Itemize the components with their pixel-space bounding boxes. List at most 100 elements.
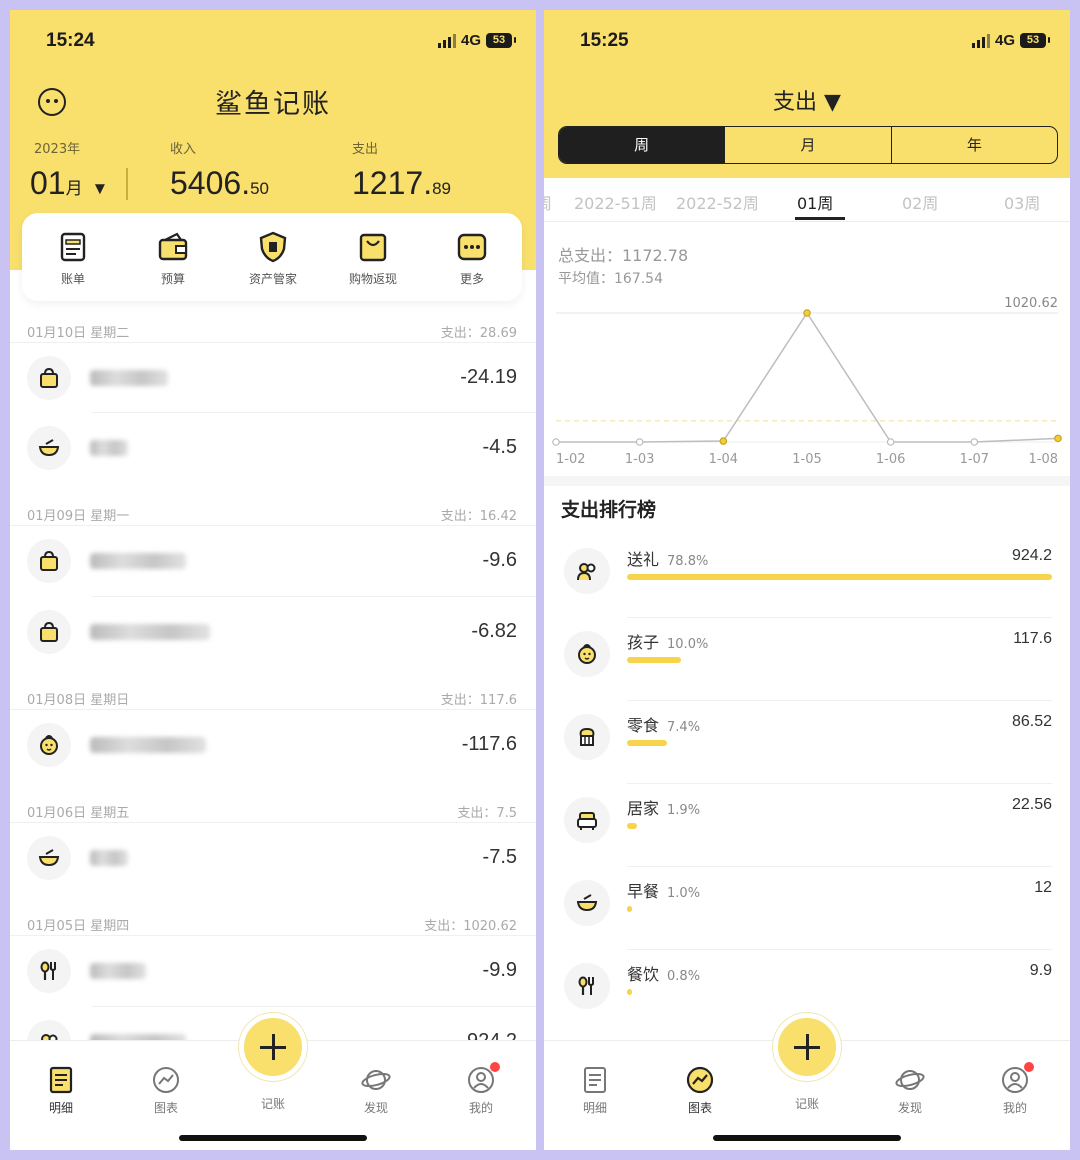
transaction-row[interactable]: -6.82 [10,597,536,667]
food-icon [40,961,56,980]
tab-discover[interactable]: 发现 [880,1065,940,1116]
quick-budget-label: 预算 [160,272,185,286]
data-point[interactable] [886,438,895,446]
planet-icon [361,1070,391,1090]
data-point[interactable] [803,309,811,317]
type-selector[interactable]: 支出 ▼ [544,84,1070,116]
data-point[interactable] [552,438,560,446]
blurred-note [90,553,186,569]
tab-charts[interactable]: 图表 [136,1065,196,1116]
shopping-bag-icon [359,233,387,262]
x-tick-label: 1-03 [625,452,655,465]
transaction-row[interactable]: -117.6 [10,710,536,780]
quick-bill[interactable]: 账单 [33,230,113,287]
blurred-note [90,850,128,866]
list-icon [584,1067,606,1093]
ranking-value: 117.6 [1013,630,1052,647]
ranking-item[interactable]: 早餐 1.0% 12 [544,867,1070,950]
week-tab[interactable]: 03周 [1004,190,1040,214]
segment-month[interactable]: 月 [724,127,890,163]
quick-actions: 账单 预算 资产管家 购物返现 更多 [22,213,522,301]
data-point[interactable] [970,438,979,446]
transaction-row[interactable]: -7.5 [10,823,536,893]
ranking-title: 支出排行榜 [561,499,657,521]
quick-cashback[interactable]: 购物返现 [333,230,413,287]
tab-profile[interactable]: 我的 [451,1062,511,1116]
ranking-name: 孩子 [627,633,660,652]
transaction-row[interactable]: -24.19 [10,343,536,413]
week-underline [795,217,845,220]
ranking-percent: 7.4% [667,720,701,735]
ranking-item[interactable]: 居家 1.9% 22.56 [544,784,1070,867]
transaction-row[interactable]: -9.9 [10,936,536,1006]
status-time: 15:24 [46,30,95,51]
month-value: 01 [30,165,66,201]
day-header: 01月09日 星期一 支出：16.42 [27,509,517,524]
tab-discover[interactable]: 发现 [346,1065,406,1116]
ranking-bar [627,906,632,912]
tab-record[interactable]: 记账 [239,1013,307,1141]
week-tab-current[interactable]: 01周 [797,190,833,214]
period-segmented-control: 周 月 年 [558,126,1058,164]
bill-icon [60,232,86,262]
ranking-item[interactable]: 孩子 10.0% 117.6 [544,618,1070,701]
blurred-note [90,963,146,979]
tab-details[interactable]: 明细 [565,1065,625,1116]
tab-bar: 明细 图表 记账 发现 我的 [10,1013,536,1150]
tab-details[interactable]: 明细 [31,1065,91,1116]
day-header: 01月08日 星期日 支出：117.6 [27,693,517,708]
income-amount: 5406.50 [170,165,269,201]
ranking-value: 9.9 [1029,962,1052,979]
tab-charts[interactable]: 图表 [670,1065,730,1116]
expense-series-line [556,311,1059,443]
ranking-item[interactable]: 送礼 78.8% 924.2 [544,535,1070,618]
status-bar: 15:25 4G 53 [544,28,1070,56]
data-point[interactable] [1054,434,1062,443]
chart-icon [686,1066,714,1094]
x-tick-label: 1-04 [709,452,739,465]
total-expense: 总支出：1172.78 [558,246,689,265]
week-tab[interactable]: 2022-51周 [574,190,657,214]
ranking-name: 送礼 [627,550,660,569]
quick-bill-label: 账单 [60,272,85,286]
plus-icon[interactable] [773,1013,841,1081]
data-point[interactable] [635,438,644,446]
ranking-bar [627,823,637,829]
segment-week[interactable]: 周 [559,127,725,163]
ranking-item[interactable]: 零食 7.4% 86.52 [544,701,1070,784]
status-time: 15:25 [580,30,629,51]
quick-budget[interactable]: 预算 [133,230,213,287]
quick-more[interactable]: 更多 [432,230,512,287]
more-icon [457,233,487,261]
child-icon [578,644,596,664]
tab-profile[interactable]: 我的 [985,1062,1045,1116]
signal-icon [971,33,990,48]
ranking-name: 居家 [627,799,660,818]
blurred-note [90,370,168,386]
data-point[interactable] [719,437,728,445]
quick-assets[interactable]: 资产管家 [233,230,313,287]
expense-amount: 1217.89 [352,165,451,201]
week-tab[interactable]: 02周 [902,190,938,214]
wallet-icon [158,232,188,261]
week-tab[interactable]: 周 [544,190,552,214]
transaction-amount: -9.9 [482,959,517,981]
ranking-percent: 10.0% [667,637,709,652]
trend-chart: 1020.62 1-02 1-03 1-04 1-05 1-06 1-07 1-08 [552,296,1062,465]
notification-dot [490,1062,500,1072]
bowl-icon [38,439,60,457]
blurred-note [90,624,210,640]
plus-icon[interactable] [239,1013,307,1081]
month-selector[interactable]: 01月 ▼ [30,165,108,202]
chart-icon [153,1067,179,1093]
week-tab[interactable]: 2022-52周 [676,190,759,214]
ranking-bar [627,989,632,995]
segment-year[interactable]: 年 [890,127,1057,163]
tab-record[interactable]: 记账 [773,1013,841,1141]
signal-icon [437,33,456,48]
year-label: 2023年 [34,142,81,157]
blurred-note [90,440,128,456]
transaction-row[interactable]: -4.5 [10,413,536,483]
ranking-name: 早餐 [627,882,660,901]
transaction-row[interactable]: -9.6 [10,526,536,596]
